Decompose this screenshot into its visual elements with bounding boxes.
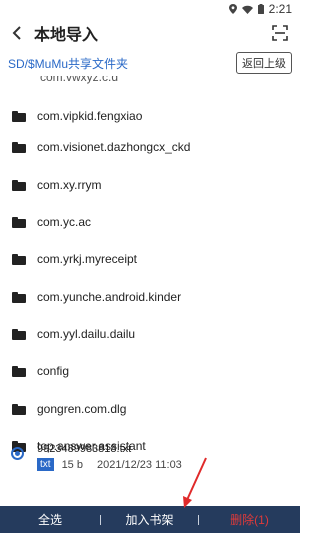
folder-name: com.yrkj.myreceipt: [37, 252, 138, 266]
file-name: 9923489983818.txt: [37, 443, 132, 455]
current-path: SD/$MuMu共享文件夹: [8, 56, 129, 71]
folder-icon: [12, 403, 26, 415]
folder-icon: [12, 110, 26, 122]
folder-name: gongren.com.dlg: [37, 402, 127, 416]
folder-icon: [12, 141, 26, 153]
folder-icon: [12, 253, 26, 265]
delete-button[interactable]: 删除(1): [199, 506, 300, 533]
folder-name: com.xy.rrym: [37, 178, 102, 192]
file-date: 2021/12/23 11:03: [96, 458, 182, 471]
status-time: 2:21: [268, 2, 292, 16]
folder-icon: [12, 179, 26, 191]
file-type-badge: txt: [37, 458, 54, 471]
file-row[interactable]: 9923489983818.txt txt 15 b 2021/12/23 11…: [0, 440, 300, 474]
status-bar: 2:21: [0, 0, 300, 18]
folder-row[interactable]: com.yrkj.myreceipt: [0, 241, 300, 277]
select-all-button[interactable]: 全选: [0, 506, 100, 533]
folder-row[interactable]: com.yyl.dailu.dailu: [0, 316, 300, 352]
folder-name: com.visionet.dazhongcx_ckd: [37, 140, 191, 154]
folder-name: config: [37, 364, 70, 378]
folder-icon: [12, 216, 26, 228]
scan-icon: [272, 25, 288, 41]
add-to-shelf-button[interactable]: 加入书架: [101, 506, 198, 533]
folder-row[interactable]: config: [0, 353, 300, 389]
folder-icon: [12, 291, 26, 303]
up-level-button[interactable]: 返回上级: [236, 52, 292, 74]
location-icon: [228, 4, 237, 14]
bottom-action-bar: 全选 加入书架 删除(1): [0, 506, 300, 533]
page-title: 本地导入: [34, 27, 99, 44]
file-size: 15 b: [61, 458, 83, 471]
file-select-radio[interactable]: [11, 447, 24, 460]
folder-icon: [12, 328, 26, 340]
chevron-left-icon: [12, 26, 21, 40]
folder-icon: [12, 365, 26, 377]
folder-row[interactable]: com.yunche.android.kinder: [0, 279, 300, 315]
battery-icon: [257, 4, 264, 14]
folder-name: com.yunche.android.kinder: [37, 290, 182, 304]
path-bar: SD/$MuMu共享文件夹 返回上级: [0, 50, 300, 76]
folder-row[interactable]: com.visionet.dazhongcx_ckd: [0, 129, 300, 165]
folder-row[interactable]: com.xy.rrym: [0, 167, 300, 203]
app-bar: 本地导入: [0, 18, 300, 48]
file-meta: txt 15 b 2021/12/23 11:03: [37, 458, 182, 471]
folder-name: com.vipkid.fengxiao: [37, 109, 143, 123]
list-item-partial[interactable]: com.vwxyz.c.d: [40, 76, 118, 84]
wifi-icon: [241, 5, 253, 14]
file-list: com.vwxyz.c.d com.vipkid.fengxiao com.vi…: [0, 76, 300, 456]
folder-name: com.yc.ac: [37, 215, 92, 229]
folder-row[interactable]: gongren.com.dlg: [0, 391, 300, 427]
folder-row[interactable]: com.yc.ac: [0, 204, 300, 240]
folder-name: com.yyl.dailu.dailu: [37, 327, 136, 341]
scan-button[interactable]: [266, 19, 294, 47]
back-button[interactable]: [0, 18, 34, 48]
